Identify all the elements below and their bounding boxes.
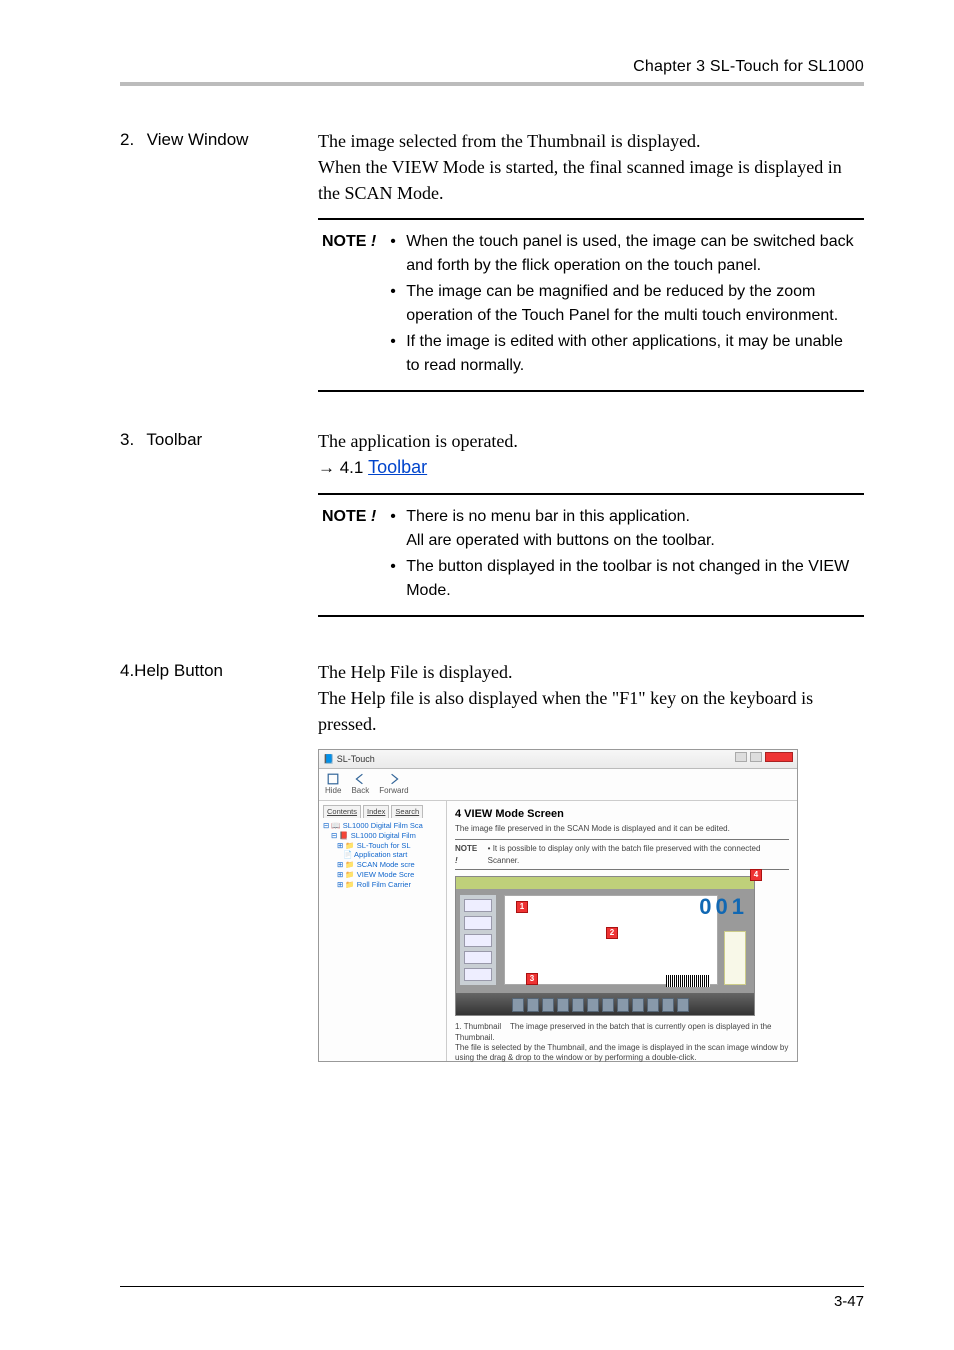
help-inner-note: NOTE ! • It is possible to display only … <box>455 839 789 870</box>
section-4-label: 4.Help Button <box>120 659 290 1062</box>
callout-1-icon: 1 <box>516 901 528 913</box>
section-3-num: 3. <box>120 428 142 452</box>
link-arrow: → 4.1 <box>318 458 368 477</box>
image-number: 001 <box>699 891 748 923</box>
help-content-sub: The image file preserved in the SCAN Mod… <box>455 823 789 835</box>
section-3-note: NOTE ! There is no menu bar in this appl… <box>318 493 864 617</box>
tab-search: Search <box>391 805 423 818</box>
callout-4-icon: 4 <box>750 869 762 881</box>
section-help-button: 4.Help Button The Help File is displayed… <box>120 659 864 1062</box>
thumbnail-strip <box>460 895 496 985</box>
note-item: The image can be magnified and be reduce… <box>390 280 858 328</box>
section-2-note: NOTE ! When the touch panel is used, the… <box>318 218 864 392</box>
help-toolbar: Hide Back Forward <box>319 769 797 802</box>
section-3-title: Toolbar <box>146 430 202 449</box>
help-window-figure: 📘 SL-Touch Hide Back Forward Conte <box>318 749 798 1062</box>
help-content-heading: 4 VIEW Mode Screen <box>455 807 789 823</box>
help-window-title: 📘 SL-Touch <box>323 753 375 766</box>
section-4-body: The Help File is displayed. The Help fil… <box>318 659 864 737</box>
minimize-icon <box>735 752 747 762</box>
help-titlebar: 📘 SL-Touch <box>319 750 797 769</box>
note-label: NOTE ! <box>322 505 376 605</box>
maximize-icon <box>750 752 762 762</box>
close-icon <box>765 752 793 762</box>
page: Chapter 3 SL-Touch for SL1000 2. View Wi… <box>0 0 954 1350</box>
toolbar-link[interactable]: Toolbar <box>368 457 427 477</box>
note-item: If the image is edited with other applic… <box>390 330 858 378</box>
note-item: When the touch panel is used, the image … <box>390 230 858 278</box>
help-content-pane: 4 VIEW Mode Screen The image file preser… <box>447 801 797 1061</box>
section-2-body: The image selected from the Thumbnail is… <box>318 128 864 206</box>
note-label: NOTE ! <box>322 230 376 380</box>
barcode-icon <box>666 975 710 987</box>
hide-button: Hide <box>325 773 341 797</box>
callout-3-icon: 3 <box>526 973 538 985</box>
section-2-label: 2. View Window <box>120 128 290 428</box>
help-inner-screenshot: 001 1 2 3 4 <box>455 876 755 1016</box>
note-item: There is no menu bar in this application… <box>390 505 858 553</box>
note-item: The button displayed in the toolbar is n… <box>390 555 858 603</box>
help-nav-pane: Contents Index Search ⊟ 📖 SL1000 Digital… <box>319 801 447 1061</box>
section-2-num: 2. <box>120 128 142 152</box>
section-3-label: 3. Toolbar <box>120 428 290 653</box>
section-toolbar: 3. Toolbar The application is operated. … <box>120 428 864 653</box>
back-button: Back <box>351 773 369 797</box>
section-2-title: View Window <box>147 130 249 149</box>
callout-2-icon: 2 <box>606 927 618 939</box>
help-caption: 1. Thumbnail The image preserved in the … <box>455 1022 789 1064</box>
note-label: NOTE ! <box>455 843 482 866</box>
tab-contents: Contents <box>323 805 361 818</box>
page-number: 3-47 <box>120 1286 864 1310</box>
forward-button: Forward <box>379 773 408 797</box>
help-tree: ⊟ 📖 SL1000 Digital Film Sca ⊟ 📕 SL1000 D… <box>323 821 442 889</box>
tab-index: Index <box>363 805 389 818</box>
section-3-body: The application is operated. <box>318 431 518 451</box>
section-view-window: 2. View Window The image selected from t… <box>120 128 864 428</box>
running-header: Chapter 3 SL-Touch for SL1000 <box>120 58 864 86</box>
